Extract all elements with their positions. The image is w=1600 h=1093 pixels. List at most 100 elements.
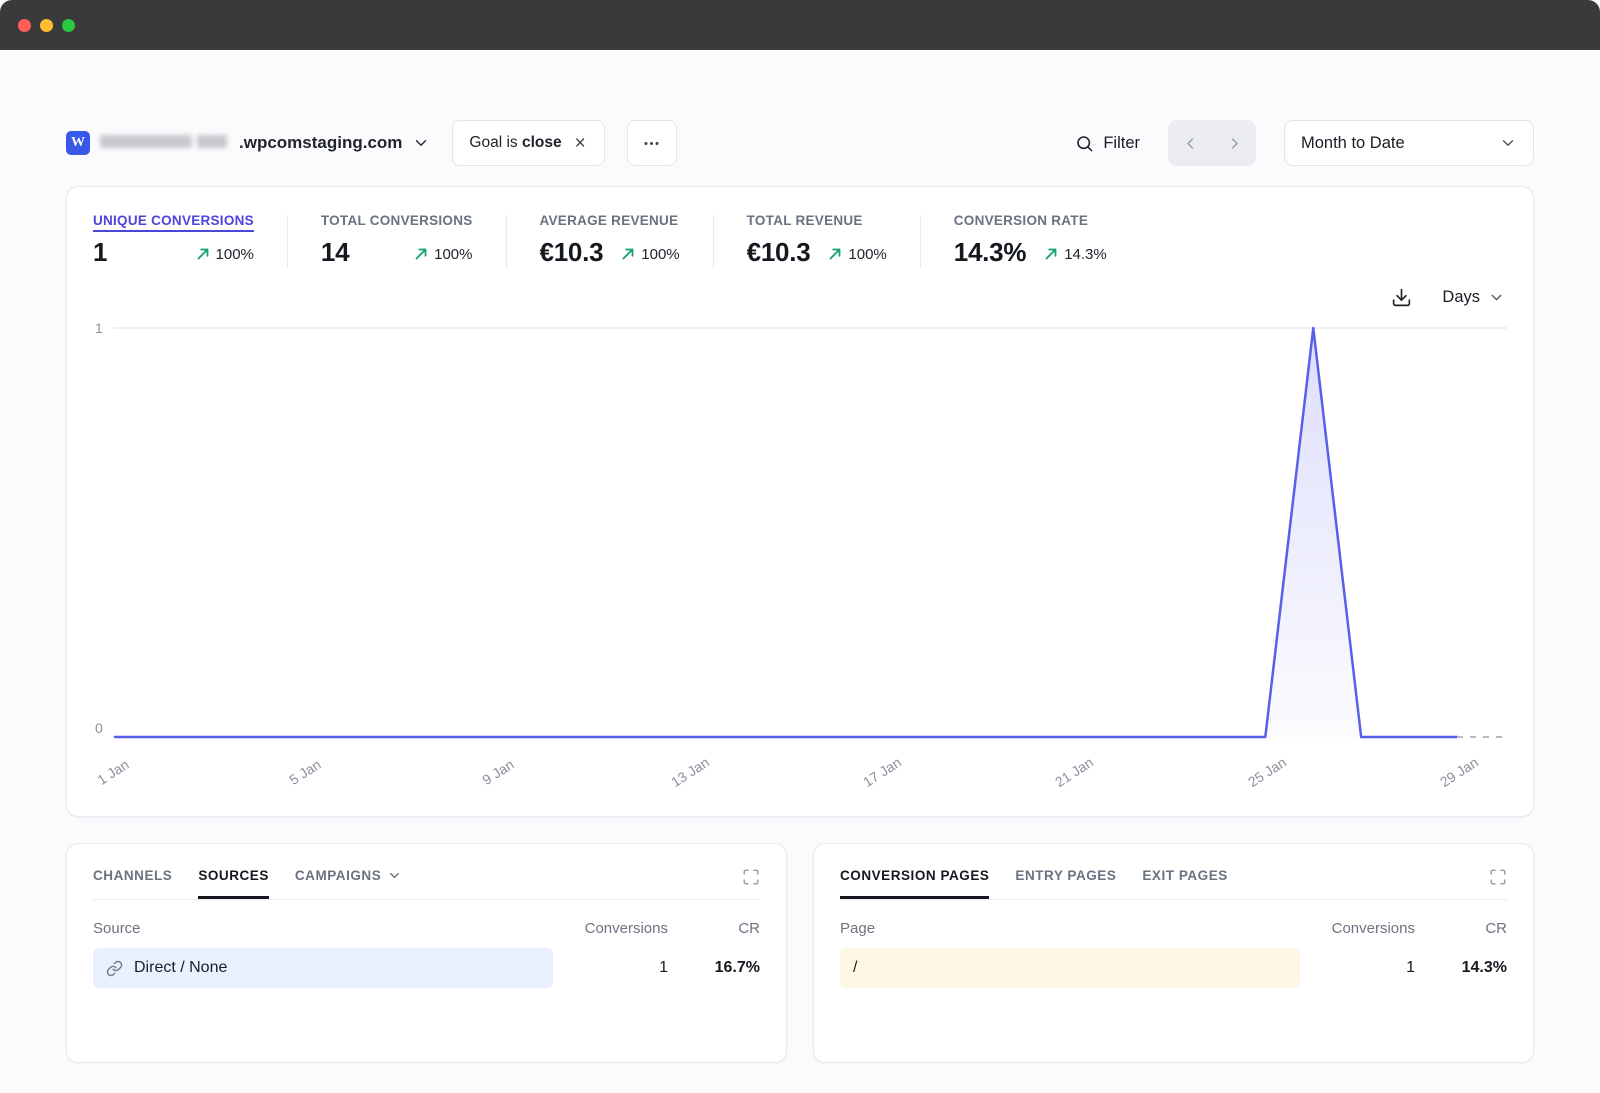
site-selector[interactable]: W .wpcomstaging.com [66, 131, 430, 155]
divider [713, 215, 714, 268]
metric-value: 14.3% [954, 237, 1026, 268]
tab-sources[interactable]: SOURCES [198, 868, 269, 899]
pages-tabs: CONVERSION PAGES ENTRY PAGES EXIT PAGES [840, 868, 1507, 900]
metric-value: 14 [321, 237, 349, 268]
x-tick-label: 13 Jan [668, 754, 712, 790]
page-cr: 14.3% [1415, 959, 1507, 977]
toolbar-left: W .wpcomstaging.com Goal is close × [66, 120, 677, 166]
expand-sources-button[interactable] [742, 868, 760, 899]
x-tick-label: 25 Jan [1245, 754, 1289, 790]
chevron-down-icon [387, 868, 402, 883]
bottom-panels: CHANNELS SOURCES CAMPAIGNS [66, 843, 1534, 1063]
chevron-right-icon [1226, 135, 1243, 152]
column-cr: CR [668, 920, 760, 937]
chevron-down-icon [1499, 134, 1517, 152]
toolbar: W .wpcomstaging.com Goal is close × [66, 120, 1534, 166]
pages-table-header: Page Conversions CR [840, 920, 1507, 948]
metric-delta: 14.3% [1044, 246, 1107, 263]
tab-exit-pages[interactable]: EXIT PAGES [1142, 868, 1227, 899]
remove-goal-filter-button[interactable]: × [573, 132, 588, 155]
metric-label: TOTAL REVENUE [747, 213, 887, 228]
chevron-down-icon [1488, 289, 1505, 306]
tab-entry-pages[interactable]: ENTRY PAGES [1015, 868, 1116, 899]
x-tick-label: 21 Jan [1052, 754, 1096, 790]
chevron-down-icon [412, 134, 430, 152]
trend-up-icon [828, 247, 842, 261]
x-tick-label: 29 Jan [1437, 754, 1481, 790]
column-page: Page [840, 920, 1300, 937]
y-axis-min-label: 0 [95, 720, 103, 736]
column-conversions: Conversions [553, 920, 668, 937]
line-chart-svg [113, 318, 1507, 748]
sources-table-header: Source Conversions CR [93, 920, 760, 948]
minimize-window-button[interactable] [40, 19, 53, 32]
conversions-chart: 1 0 [93, 318, 1507, 806]
metrics-row: UNIQUE CONVERSIONS 1 100% TOTAL CONVERSI… [93, 213, 1507, 268]
metric-delta: 100% [196, 246, 254, 263]
chart-plot-area[interactable]: 1 Jan 5 Jan 9 Jan 13 Jan 17 Jan 21 Jan 2… [113, 318, 1507, 806]
metric-label: TOTAL CONVERSIONS [321, 213, 473, 228]
site-name-redacted [100, 135, 227, 151]
sources-tabs: CHANNELS SOURCES CAMPAIGNS [93, 868, 760, 900]
column-cr: CR [1415, 920, 1507, 937]
y-axis: 1 0 [93, 318, 113, 806]
conversions-card: UNIQUE CONVERSIONS 1 100% TOTAL CONVERSI… [66, 186, 1534, 817]
ellipsis-icon [642, 134, 661, 153]
prev-period-button[interactable] [1168, 120, 1212, 166]
chart-toolbar: Days [93, 282, 1507, 312]
metric-value: €10.3 [747, 237, 811, 268]
trend-up-icon [1044, 247, 1058, 261]
filter-button[interactable]: Filter [1075, 134, 1140, 153]
goal-filter-chip[interactable]: Goal is close × [452, 120, 604, 166]
metric-average-revenue[interactable]: AVERAGE REVENUE €10.3 100% [540, 213, 680, 268]
download-icon [1391, 287, 1412, 308]
chevron-left-icon [1182, 135, 1199, 152]
trend-up-icon [196, 247, 210, 261]
metric-unique-conversions[interactable]: UNIQUE CONVERSIONS 1 100% [93, 213, 254, 268]
x-tick-label: 5 Jan [286, 756, 323, 788]
expand-pages-button[interactable] [1489, 868, 1507, 899]
link-icon [106, 960, 123, 977]
toolbar-right: Filter Month to Date [1075, 120, 1534, 166]
divider [287, 215, 288, 268]
download-chart-button[interactable] [1391, 287, 1412, 308]
metric-delta: 100% [414, 246, 472, 263]
trend-up-icon [414, 247, 428, 261]
zoom-window-button[interactable] [62, 19, 75, 32]
metric-value: €10.3 [540, 237, 604, 268]
metric-label: CONVERSION RATE [954, 213, 1107, 228]
next-period-button[interactable] [1212, 120, 1256, 166]
analytics-page: W .wpcomstaging.com Goal is close × [0, 50, 1600, 1063]
close-window-button[interactable] [18, 19, 31, 32]
tab-campaigns[interactable]: CAMPAIGNS [295, 868, 402, 899]
x-tick-label: 9 Jan [479, 756, 516, 788]
tab-channels[interactable]: CHANNELS [93, 868, 172, 899]
app-window: W .wpcomstaging.com Goal is close × [0, 0, 1600, 1063]
table-row[interactable]: Direct / None 1 16.7% [93, 948, 760, 988]
tab-conversion-pages[interactable]: CONVERSION PAGES [840, 868, 989, 899]
maximize-icon [1489, 868, 1507, 886]
table-row[interactable]: / 1 14.3% [840, 948, 1507, 988]
period-pager [1168, 120, 1256, 166]
metric-delta: 100% [621, 246, 679, 263]
x-tick-label: 17 Jan [860, 754, 904, 790]
metric-label: AVERAGE REVENUE [540, 213, 680, 228]
metric-label: UNIQUE CONVERSIONS [93, 213, 254, 228]
goal-chip-text: Goal is close [469, 134, 561, 152]
source-share-bar: Direct / None [93, 948, 553, 988]
metric-total-conversions[interactable]: TOTAL CONVERSIONS 14 100% [321, 213, 473, 268]
trend-up-icon [621, 247, 635, 261]
page-path: / [853, 959, 857, 977]
metric-total-revenue[interactable]: TOTAL REVENUE €10.3 100% [747, 213, 887, 268]
search-icon [1075, 134, 1094, 153]
divider [506, 215, 507, 268]
goal-chip-value: close [522, 134, 562, 151]
interval-select[interactable]: Days [1442, 288, 1505, 307]
metric-conversion-rate[interactable]: CONVERSION RATE 14.3% 14.3% [954, 213, 1107, 268]
date-range-select[interactable]: Month to Date [1284, 120, 1534, 166]
page-share-bar: / [840, 948, 1300, 988]
page-conversions: 1 [1300, 959, 1415, 977]
more-options-button[interactable] [627, 120, 677, 166]
source-cr: 16.7% [668, 959, 760, 977]
column-source: Source [93, 920, 553, 937]
